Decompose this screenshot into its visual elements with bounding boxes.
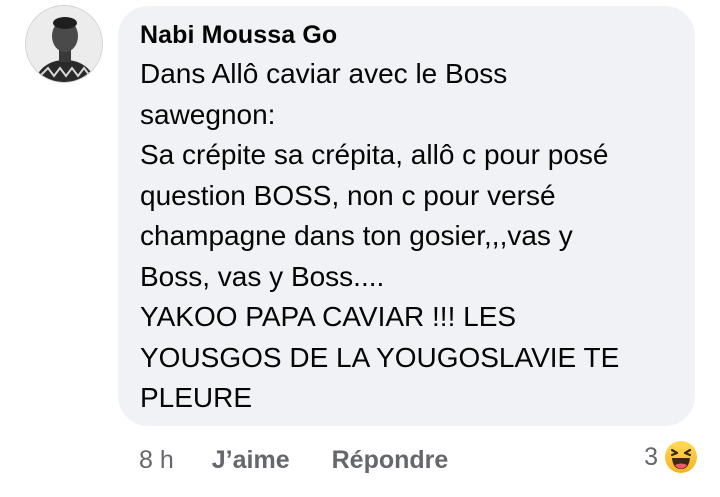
comment-line: Dans Allô caviar avec le Boss (140, 58, 508, 89)
profile-photo-icon (26, 6, 102, 82)
comment-line: sawegnon: (140, 98, 276, 130)
author-name[interactable]: Nabi Moussa Go (140, 18, 675, 52)
comment-line: PLEURE (140, 382, 253, 413)
like-button[interactable]: J’aime (212, 446, 290, 475)
comment-line: Boss, vas y Boss.... (140, 260, 385, 292)
comment-line: YAKOO PAPA CAVIAR !!! LES (140, 301, 517, 332)
comment-line: Sa crépite sa crépita, allô c pour posé (140, 139, 609, 170)
comment-line: champagne dans ton gosier,,,vas y (140, 220, 573, 251)
reaction-summary[interactable]: 3 (644, 438, 700, 476)
comment-bubble: Nabi Moussa Go Dans Allô caviar avec le … (118, 6, 695, 426)
haha-emoji-icon (662, 438, 700, 476)
comment-container: Nabi Moussa Go Dans Allô caviar avec le … (0, 0, 720, 497)
comment-line: YOUSGOS DE LA YOUGOSLAVIE TE (140, 341, 620, 373)
timestamp-link[interactable]: 8 h (139, 446, 174, 475)
reaction-count: 3 (644, 442, 658, 471)
comment-line: question BOSS, non c pour versé (140, 179, 556, 211)
avatar[interactable] (25, 5, 103, 83)
comment-actions: 8 h J’aime Répondre (139, 442, 490, 478)
comment-text: Dans Allô caviar avec le Boss sawegnon: … (140, 54, 675, 419)
reply-button[interactable]: Répondre (332, 446, 449, 475)
